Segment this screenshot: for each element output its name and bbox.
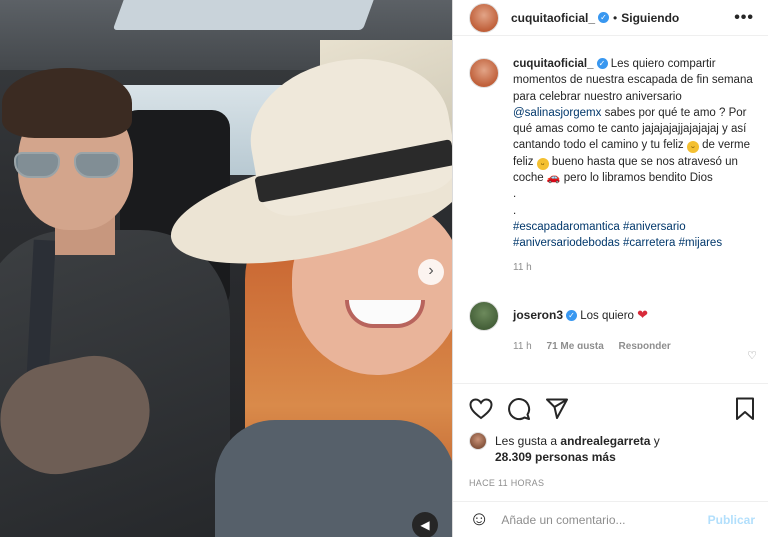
emoji-picker-icon[interactable]: ☺	[469, 508, 489, 531]
comment-time[interactable]: 11 h	[513, 341, 532, 349]
likes-connector: y	[650, 433, 660, 448]
caption-text: cuquitaoficial_ ✓ Les quiero compartir mo…	[513, 56, 759, 252]
caption-username[interactable]: cuquitaoficial_	[513, 58, 594, 70]
caption: cuquitaoficial_ ✓ Les quiero compartir mo…	[469, 56, 759, 252]
avatar[interactable]	[469, 432, 487, 450]
grin-emoji-icon: ᵕ	[536, 157, 549, 170]
likes-count[interactable]: 28.309 personas más	[495, 450, 755, 464]
heart-icon[interactable]	[469, 398, 493, 420]
sound-toggle-button[interactable]: ◀	[412, 512, 438, 537]
mention-link[interactable]: @salinasjorgemx	[513, 107, 601, 119]
comment-icon[interactable]	[507, 397, 531, 421]
caption-text-part: pero lo libramos bendito Dios	[560, 172, 713, 185]
likes-summary: Les gusta a andrealegarreta y	[469, 432, 755, 450]
separator-dot: •	[613, 10, 618, 25]
liker-username[interactable]: andrealegarreta	[560, 434, 650, 448]
avatar[interactable]	[469, 2, 499, 33]
caption-time[interactable]: 11 h	[513, 262, 759, 273]
sunglasses	[14, 152, 124, 180]
red-heart-emoji-icon: ❤	[637, 306, 649, 322]
comment-username[interactable]: joseron3	[513, 308, 563, 322]
comment-likes[interactable]: 71 Me gusta	[547, 341, 604, 349]
like-comment-heart-icon[interactable]: ♡	[747, 349, 757, 362]
car-emoji-icon: 🚗	[546, 172, 561, 185]
verified-icon: ✓	[596, 58, 608, 70]
man-hair	[2, 68, 132, 138]
sunroof	[112, 0, 378, 30]
comment-input[interactable]	[501, 512, 708, 527]
avatar[interactable]	[469, 58, 499, 88]
post-sidebar: cuquitaoficial_ ✓ • Siguiendo ••• cuquit…	[452, 0, 768, 537]
next-slide-button[interactable]: ›	[418, 259, 444, 285]
author-username[interactable]: cuquitaoficial_	[511, 11, 595, 25]
share-icon[interactable]	[545, 398, 569, 420]
post-photo[interactable]: › ◀	[0, 0, 452, 537]
hashtag-link[interactable]: #mijares	[679, 237, 722, 249]
avatar[interactable]	[469, 300, 499, 331]
likes-prefix: Les gusta a	[495, 433, 561, 448]
caption-dots: . .	[513, 188, 517, 217]
hashtags: #escapadaromantica #aniversario #anivers…	[513, 219, 759, 252]
reply-button[interactable]: Responder	[619, 341, 671, 349]
verified-icon: ✓	[566, 310, 578, 322]
more-options-icon[interactable]: •••	[734, 9, 754, 27]
verified-icon: ✓	[598, 12, 610, 23]
comment-body: Los quiero	[580, 309, 634, 322]
add-comment-bar: ☺ Publicar	[453, 501, 768, 537]
comment-item: joseron3 ✓ Los quiero ❤	[469, 300, 759, 331]
comments-section: cuquitaoficial_ ✓ Les quiero compartir mo…	[469, 56, 759, 362]
hashtag-link[interactable]: #aniversario	[623, 221, 686, 233]
action-icons	[469, 396, 755, 422]
action-bar: Les gusta a andrealegarreta y 28.309 per…	[453, 383, 768, 488]
grin-emoji-icon: ᵕ	[686, 141, 699, 154]
post-timestamp[interactable]: HACE 11 HORAS	[469, 478, 755, 488]
bookmark-icon[interactable]	[735, 397, 755, 421]
hashtag-link[interactable]: #carretera	[623, 237, 675, 249]
following-button[interactable]: Siguiendo	[621, 11, 679, 25]
publish-button[interactable]: Publicar	[708, 513, 755, 527]
comment-meta: 11 h 71 Me gusta Responder	[513, 341, 759, 349]
comment-text: joseron3 ✓ Los quiero ❤	[513, 307, 648, 324]
hashtag-link[interactable]: #escapadaromantica	[513, 221, 620, 233]
hashtag-link[interactable]: #aniversariodebodas	[513, 237, 620, 249]
post-header: cuquitaoficial_ ✓ • Siguiendo •••	[453, 0, 768, 36]
likes-text: Les gusta a andrealegarreta y	[495, 433, 660, 450]
